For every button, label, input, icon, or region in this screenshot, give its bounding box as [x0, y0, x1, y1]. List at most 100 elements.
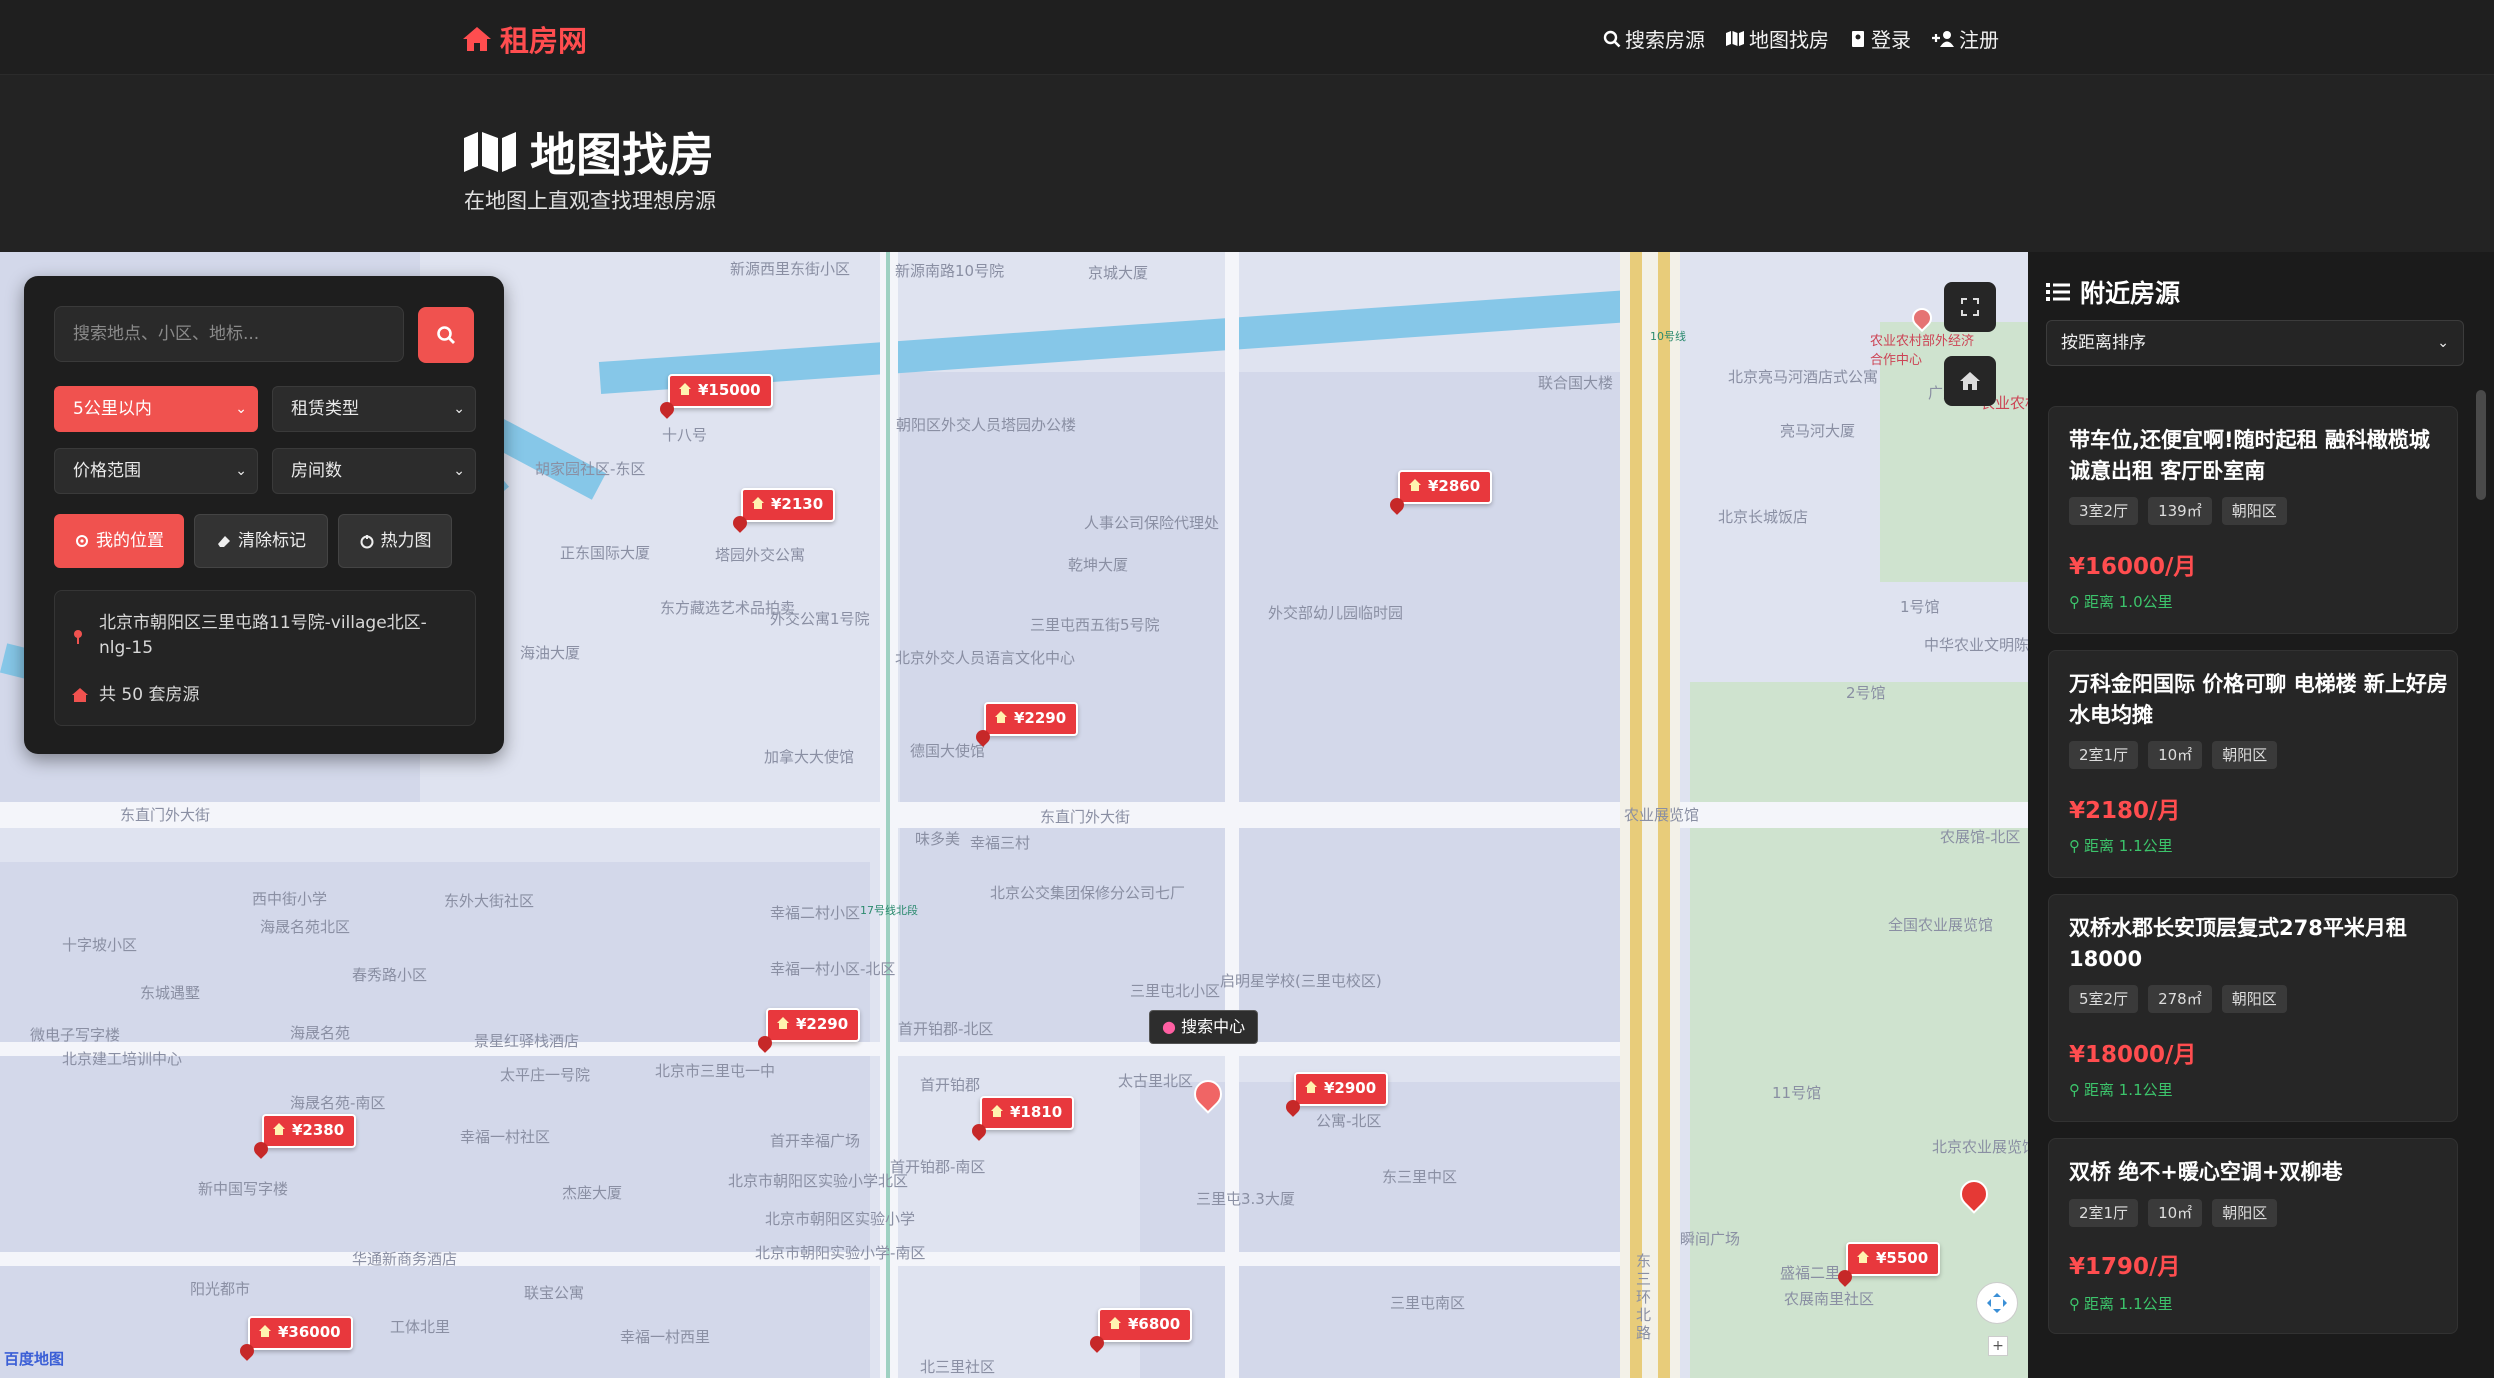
listing-area: 278㎡ [2148, 985, 2212, 1013]
listing-card[interactable]: 双桥水郡长安顶层复式278平米月租18000 5室2厅 278㎡ 朝阳区 ¥18… [2048, 894, 2458, 1122]
price-marker[interactable]: ¥2860 [1398, 470, 1493, 504]
nav-search-houses[interactable]: 搜索房源 [1603, 24, 1705, 53]
user-plus-icon [1932, 30, 1954, 47]
price-marker[interactable]: ¥6800 [1098, 1308, 1193, 1342]
listing-title: 带车位,还便宜啊!随时起租 融科橄榄城 诚意出租 客厅卧室南 [2069, 428, 2430, 483]
home-view-button[interactable] [1944, 356, 1996, 406]
fullscreen-button[interactable] [1944, 282, 1996, 332]
price-marker[interactable]: ¥2290 [766, 1008, 861, 1042]
listing-district: 朝阳区 [2221, 985, 2287, 1013]
search-button[interactable] [418, 307, 474, 363]
map-label: 海晟名苑 [290, 1024, 351, 1042]
price-marker[interactable]: ¥5500 [1846, 1242, 1941, 1276]
nav-search-label: 搜索房源 [1625, 28, 1705, 52]
price-marker[interactable]: ¥2290 [984, 702, 1079, 736]
listing-card[interactable]: 带车位,还便宜啊!随时起租 融科橄榄城 诚意出租 客厅卧室南 3室2厅 139㎡… [2048, 406, 2458, 634]
map-label: 联宝公寓 [524, 1284, 585, 1302]
map-label: 北京市朝阳区实验小学北区 [728, 1172, 909, 1190]
hero-banner: 地图找房 在地图上直观查找理想房源 [0, 75, 2494, 252]
map-label: 瞬间广场 [1680, 1230, 1741, 1248]
home-icon [72, 688, 88, 702]
house-icon [1409, 479, 1421, 491]
price-marker[interactable]: ¥1810 [980, 1096, 1075, 1130]
rent-type-select[interactable]: 租赁类型 ⌄ [272, 386, 476, 432]
listing-price: ¥2180/月 [2069, 798, 2181, 824]
map-label: 东直门外大街 [120, 806, 211, 824]
heatmap-button[interactable]: 热力图 [338, 514, 452, 568]
price-marker[interactable]: ¥2900 [1294, 1072, 1389, 1106]
search-info-box: 北京市朝阳区三里屯路11号院-village北区-nlg-15 共 50 套房源 [54, 590, 476, 726]
nav-register-label: 注册 [1959, 28, 1999, 52]
map-label: 北京长城饭店 [1718, 508, 1809, 526]
zoom-in-button[interactable]: + [1988, 1336, 2008, 1356]
nav-login[interactable]: 登录 [1849, 24, 1911, 53]
page-title-text: 地图找房 [530, 128, 714, 182]
map-label: 新中国写字楼 [198, 1180, 289, 1198]
map-label: 新源南路10号院 [895, 262, 1005, 280]
listing-distance: ⚲ 距离 1.0公里 [2069, 591, 2173, 612]
listing-area: 10㎡ [2148, 1199, 2203, 1227]
price-range-select[interactable]: 价格范围 ⌄ [54, 448, 258, 494]
map-label: 微电子写字楼 [30, 1026, 121, 1044]
map-label: 太平庄一号院 [500, 1066, 591, 1084]
map-pan-control[interactable] [1976, 1282, 2018, 1324]
listing-layout: 3室2厅 [2069, 497, 2139, 525]
map-label: 东三里中区 [1382, 1168, 1458, 1186]
nav-login-label: 登录 [1871, 28, 1911, 52]
location-search-input[interactable] [54, 306, 404, 362]
rooms-select[interactable]: 房间数 ⌄ [272, 448, 476, 494]
nav-map-search[interactable]: 地图找房 [1725, 24, 1829, 53]
listing-card[interactable]: 双桥 绝不+暖心空调+双柳巷 2室1厅 10㎡ 朝阳区 ¥1790/月 ⚲ 距离… [2048, 1138, 2458, 1334]
price-marker[interactable]: ¥36000 [248, 1316, 353, 1350]
map-label: 首开幸福广场 [770, 1132, 861, 1150]
price-marker[interactable]: ¥2380 [262, 1114, 357, 1148]
map-label: 海晟名苑北区 [260, 918, 351, 936]
house-icon [1305, 1081, 1317, 1093]
search-icon [1603, 30, 1621, 47]
listing-layout: 5室2厅 [2069, 985, 2139, 1013]
price-marker[interactable]: ¥15000 [668, 374, 773, 408]
map-label: 盛福二里 [1780, 1264, 1841, 1282]
listing-card[interactable]: 万科金阳国际 价格可聊 电梯楼 新上好房 水电均摊 2室1厅 10㎡ 朝阳区 ¥… [2048, 650, 2458, 878]
listing-layout: 2室1厅 [2069, 741, 2139, 769]
map-label: 正东国际大厦 [560, 544, 651, 562]
listing-title: 万科金阳国际 价格可聊 电梯楼 新上好房 水电均摊 [2069, 672, 2448, 727]
nearby-listings-sidebar: 附近房源 按距离排序 ⌄ 带车位,还便宜啊!随时起租 融科橄榄城 诚意出租 客厅… [2028, 252, 2494, 1378]
listing-price: ¥18000/月 [2069, 1042, 2197, 1068]
clear-marks-button[interactable]: 清除标记 [194, 514, 328, 568]
map-label: 三里屯北小区 [1130, 982, 1221, 1000]
brand-name: 租房网 [500, 24, 588, 58]
price-marker-label: ¥2290 [1014, 709, 1067, 727]
heatmap-label: 热力图 [380, 531, 432, 551]
scrollbar-thumb[interactable] [2476, 390, 2486, 500]
price-range-select-value: 价格范围 [73, 461, 141, 481]
map-label: 北京农业展览馆 [1932, 1138, 2028, 1156]
house-icon [995, 711, 1007, 723]
nav-register[interactable]: 注册 [1931, 24, 1999, 53]
sidebar-scrollbar[interactable] [2476, 252, 2486, 1378]
map-label: 华通新商务酒店 [352, 1250, 458, 1268]
map-label: 杰座大厦 [562, 1184, 623, 1202]
rooms-select-value: 房间数 [291, 461, 342, 481]
nav-map-label: 地图找房 [1749, 28, 1829, 52]
sort-select[interactable]: 按距离排序 ⌄ [2046, 320, 2464, 366]
chevron-down-icon: ⌄ [453, 463, 465, 479]
house-icon [777, 1017, 789, 1029]
map-label: 东城遇墅 [140, 984, 201, 1002]
map-label: 海油大厦 [520, 644, 581, 662]
listing-distance: ⚲ 距离 1.1公里 [2069, 1079, 2173, 1100]
map-label: 首开铂郡-北区 [898, 1020, 994, 1038]
my-location-button[interactable]: 我的位置 [54, 514, 184, 568]
map-label: 十字坡小区 [62, 936, 138, 954]
search-icon [437, 326, 455, 344]
brand-logo[interactable]: 租房网 [462, 18, 587, 60]
search-center-label: ● 搜索中心 [1149, 1010, 1259, 1044]
price-marker[interactable]: ¥2130 [741, 488, 836, 522]
distance-select-value: 5公里以内 [73, 399, 152, 419]
road-dongzhimenwai [0, 802, 2028, 828]
map-label: 东直门外大街 [1040, 808, 1131, 826]
price-marker-label: ¥36000 [278, 1323, 341, 1341]
map-label: 胡家园社区-东区 [535, 460, 646, 478]
distance-select[interactable]: 5公里以内 ⌄ [54, 386, 258, 432]
map-label: 东外大街社区 [444, 892, 535, 910]
